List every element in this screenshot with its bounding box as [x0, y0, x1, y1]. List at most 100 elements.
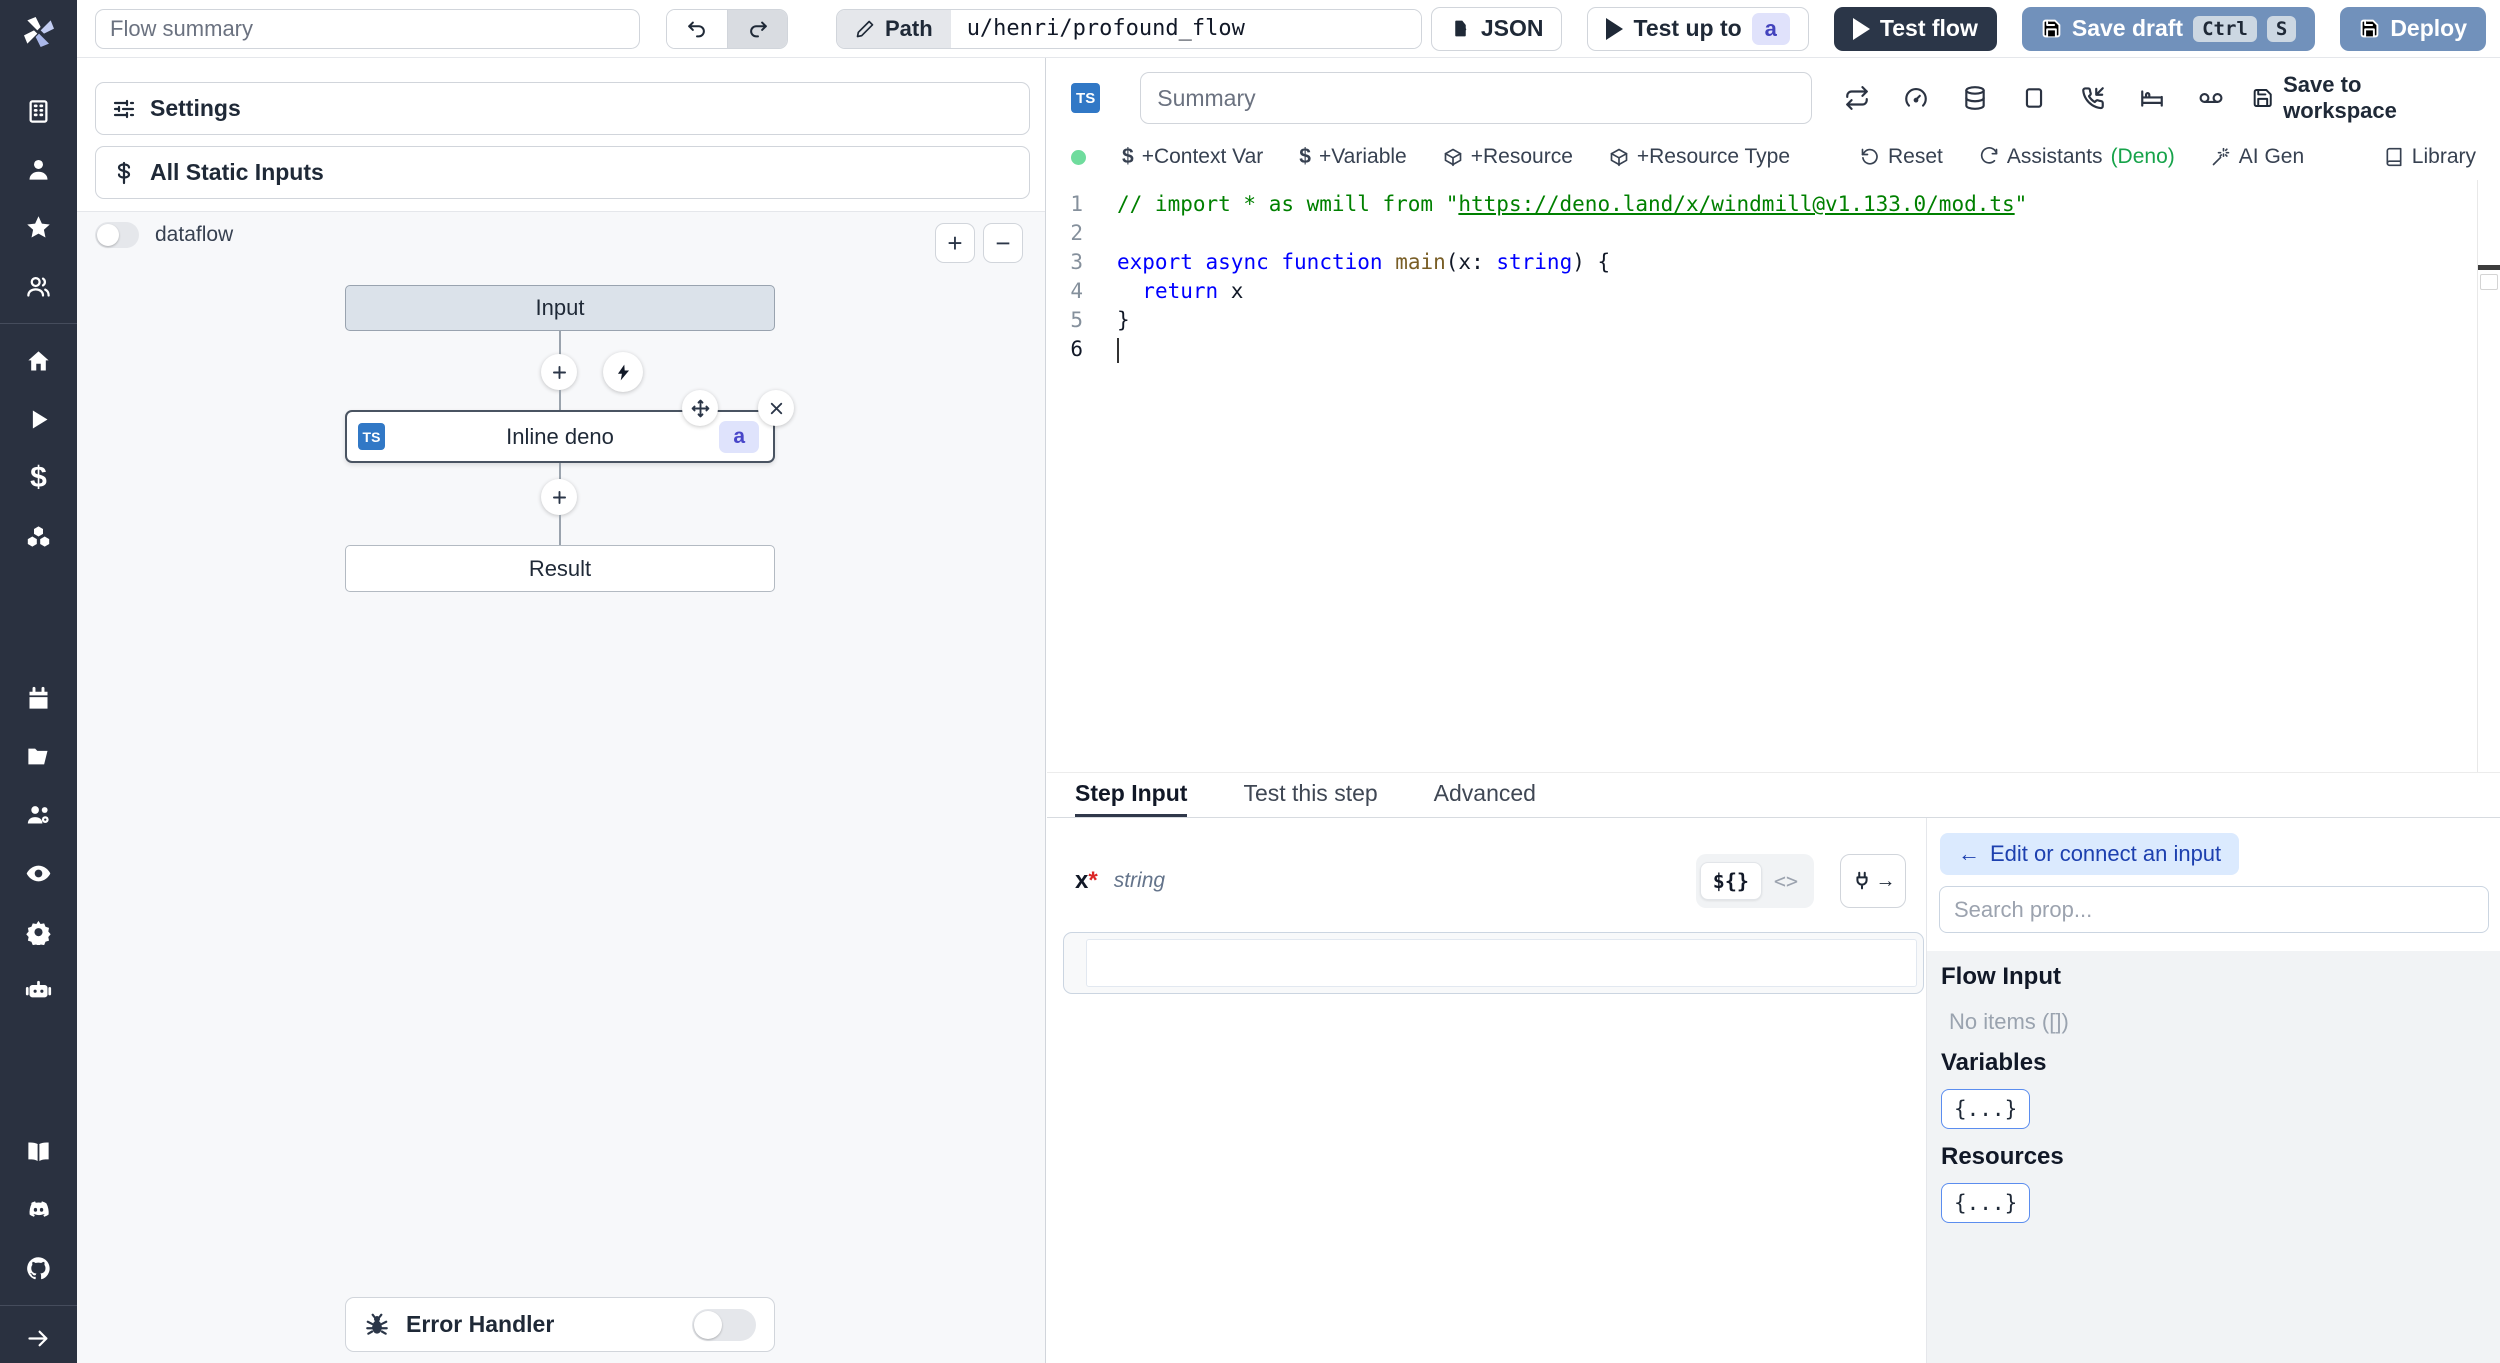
move-step-button[interactable]: [682, 390, 718, 426]
pencil-icon: [856, 20, 874, 37]
step-input-pane: x * string ${} <> →: [1047, 818, 1926, 1363]
folders-icon[interactable]: [0, 727, 77, 785]
flow-settings-label: Settings: [150, 95, 241, 121]
delete-step-button[interactable]: [758, 390, 794, 426]
home-icon[interactable]: [0, 332, 77, 390]
workspace-icon[interactable]: [0, 82, 77, 140]
sleep-bed-icon[interactable]: [2139, 85, 2165, 111]
edit-or-connect-button[interactable]: ← Edit or connect an input: [1940, 833, 2240, 875]
ai-gen-button[interactable]: AI Gen: [2211, 145, 2304, 169]
suspend-phone-icon[interactable]: [2080, 85, 2106, 111]
path-label-text: Path: [885, 15, 933, 41]
add-variable-button[interactable]: $ +Variable: [1299, 145, 1406, 169]
test-flow-button[interactable]: Test flow: [1833, 6, 1997, 51]
voicemail-icon[interactable]: [2198, 85, 2224, 111]
zoom-in-button[interactable]: +: [935, 223, 975, 263]
flow-summary-input[interactable]: [95, 8, 640, 49]
tab-step-input[interactable]: Step Input: [1075, 773, 1188, 817]
path-group: Path: [836, 8, 1422, 49]
workers-robot-icon[interactable]: [0, 961, 77, 1019]
flow-node-result[interactable]: Result: [345, 545, 775, 592]
settings-gear-icon[interactable]: [0, 902, 77, 960]
save-draft-label: Save draft: [2071, 15, 2184, 41]
plug-icon: [1855, 871, 1868, 890]
redo-button[interactable]: [727, 9, 787, 48]
field-name: x: [1075, 867, 1089, 894]
connect-input-button[interactable]: →: [1840, 854, 1906, 908]
package-icon: [1610, 148, 1628, 167]
expand-arrow-icon[interactable]: [0, 1314, 77, 1363]
save-icon: [2360, 19, 2379, 38]
runs-play-icon[interactable]: [0, 391, 77, 449]
add-step-button[interactable]: [541, 354, 577, 390]
dataflow-toggle[interactable]: [95, 222, 139, 248]
flow-edge: [559, 331, 561, 355]
play-icon: [1852, 17, 1870, 40]
flow-panel: Settings All Static Inputs dataflow + − …: [77, 58, 1046, 1363]
undo-button[interactable]: [667, 9, 727, 48]
flow-settings-button[interactable]: Settings: [95, 82, 1030, 135]
add-context-var-button[interactable]: $ +Context Var: [1122, 145, 1263, 169]
add-resource-type-button[interactable]: +Resource Type: [1609, 145, 1790, 169]
add-resource-button[interactable]: +Resource: [1443, 145, 1573, 169]
github-icon[interactable]: [0, 1239, 77, 1297]
mock-square-icon[interactable]: [2021, 85, 2047, 111]
path-input[interactable]: [950, 9, 1421, 48]
test-up-to-button[interactable]: Test up to a: [1587, 6, 1809, 51]
wand-icon: [2212, 147, 2230, 166]
error-handler-toggle[interactable]: [692, 1308, 756, 1341]
schedules-calendar-icon[interactable]: [0, 669, 77, 727]
save-draft-button[interactable]: Save draft Ctrl S: [2021, 6, 2316, 51]
discord-icon[interactable]: [0, 1181, 77, 1239]
docs-book-icon[interactable]: [0, 1122, 77, 1180]
library-button[interactable]: Library: [2384, 145, 2476, 169]
tab-test-this-step[interactable]: Test this step: [1243, 773, 1377, 817]
json-button[interactable]: JSON: [1430, 6, 1563, 51]
user-icon[interactable]: [0, 140, 77, 198]
overview-ruler[interactable]: [2477, 180, 2500, 772]
flow-edge: [559, 390, 561, 410]
refresh-icon: [1980, 147, 1998, 164]
field-value-input[interactable]: [1086, 939, 1917, 987]
save-to-workspace-button[interactable]: Save to workspace: [2252, 72, 2476, 124]
deploy-button[interactable]: Deploy: [2340, 6, 2486, 51]
code-editor[interactable]: 123456 // import * as wmill from "https:…: [1047, 180, 2500, 772]
add-step-button[interactable]: [541, 479, 577, 515]
flow-edge: [559, 515, 561, 545]
json-mode-button[interactable]: ${}: [1699, 862, 1762, 900]
dollar-icon: $: [1299, 145, 1311, 168]
assistants-button[interactable]: Assistants (Deno): [1979, 145, 2175, 169]
file-output-icon: [1455, 20, 1467, 37]
audit-eye-icon[interactable]: [0, 844, 77, 902]
input-mode-toggle: ${} <>: [1695, 854, 1814, 908]
code-gutter: 123456: [1070, 192, 1083, 361]
cache-database-icon[interactable]: [1962, 85, 1988, 111]
step-summary-input[interactable]: [1140, 72, 1812, 124]
step-id-badge: a: [719, 421, 759, 453]
topbar: Path JSON Test up to a Test flow Save dr…: [77, 0, 2500, 58]
groups-icon[interactable]: [0, 257, 77, 315]
users-cog-icon[interactable]: [0, 786, 77, 844]
windmill-logo[interactable]: [19, 12, 59, 52]
trigger-bolt-button[interactable]: [603, 352, 643, 392]
retries-repeat-icon[interactable]: [1844, 85, 1870, 111]
zoom-out-button[interactable]: −: [983, 223, 1023, 263]
concurrency-gauge-icon[interactable]: [1903, 85, 1929, 111]
path-label[interactable]: Path: [837, 9, 951, 48]
flow-node-input[interactable]: Input: [345, 285, 775, 331]
save-icon: [2042, 19, 2061, 38]
tab-advanced[interactable]: Advanced: [1434, 773, 1536, 817]
favorites-star-icon[interactable]: [0, 199, 77, 257]
code-mode-button[interactable]: <>: [1762, 863, 1810, 899]
reset-button[interactable]: Reset: [1860, 145, 1943, 169]
variables-dollar-icon[interactable]: $: [0, 449, 77, 507]
app-sidebar: $: [0, 0, 77, 1363]
resources-cubes-icon[interactable]: [0, 507, 77, 565]
variables-expand-button[interactable]: {...}: [1941, 1089, 2031, 1129]
all-static-inputs-button[interactable]: All Static Inputs: [95, 146, 1030, 199]
play-icon: [1606, 17, 1624, 40]
flow-input-empty: No items ([]): [1949, 1009, 2069, 1034]
search-prop-input[interactable]: [1939, 886, 2489, 933]
resources-expand-button[interactable]: {...}: [1941, 1183, 2031, 1223]
package-icon: [1444, 148, 1462, 167]
